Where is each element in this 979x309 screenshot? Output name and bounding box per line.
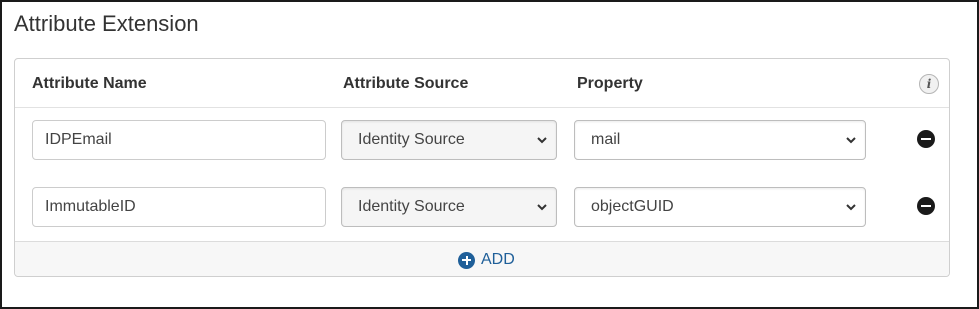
remove-row-button[interactable] <box>917 130 935 148</box>
attribute-name-input[interactable]: IDPEmail <box>32 120 326 160</box>
attribute-source-select[interactable]: Identity Source <box>341 120 557 160</box>
remove-row-button[interactable] <box>917 197 935 215</box>
add-row-bar: ADD <box>15 241 949 276</box>
property-value: mail <box>591 131 621 148</box>
add-label: ADD <box>481 251 515 268</box>
attribute-name-input[interactable]: ImmutableID <box>32 187 326 227</box>
attribute-extension-window: Attribute Extension Attribute Name Attri… <box>0 0 979 309</box>
attribute-table: Attribute Name Attribute Source Property… <box>14 58 950 277</box>
property-select[interactable]: mail <box>574 120 866 160</box>
info-icon[interactable]: i <box>919 74 939 94</box>
property-select[interactable]: objectGUID <box>574 187 866 227</box>
chevron-down-icon <box>537 137 547 144</box>
plus-circle-icon <box>458 251 475 269</box>
table-header: Attribute Name Attribute Source Property… <box>15 59 949 108</box>
property-value: objectGUID <box>591 198 674 215</box>
header-attribute-name: Attribute Name <box>32 75 147 92</box>
attribute-source-value: Identity Source <box>358 198 465 215</box>
header-attribute-source: Attribute Source <box>343 75 469 92</box>
section-title: Attribute Extension <box>14 11 199 36</box>
header-property: Property <box>577 75 643 92</box>
chevron-down-icon <box>537 204 547 211</box>
chevron-down-icon <box>846 204 856 211</box>
attribute-source-select[interactable]: Identity Source <box>341 187 557 227</box>
attribute-source-value: Identity Source <box>358 131 465 148</box>
chevron-down-icon <box>846 137 856 144</box>
add-attribute-button[interactable]: ADD <box>458 250 515 270</box>
